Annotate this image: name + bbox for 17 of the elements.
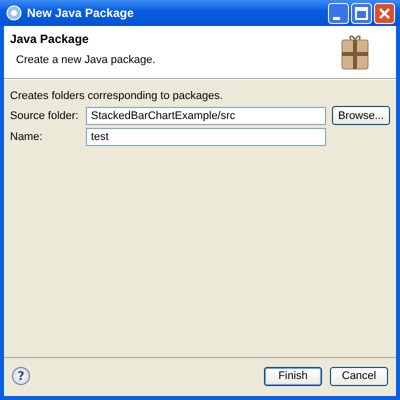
help-button[interactable]: ? [12,367,30,385]
dialog-button[interactable]: Cancel [330,366,388,386]
field-label: Source folder: [10,110,80,122]
field-label: Name: [10,131,44,143]
app-icon [6,5,22,21]
browse-button[interactable]: Browse... [332,106,390,125]
dialog-button[interactable]: Finish [264,366,322,386]
intro-text: Creates folders corresponding to packages. [10,90,224,102]
minimize-icon[interactable] [328,2,349,24]
maximize-icon[interactable] [351,2,372,24]
window-title: New Java Package [27,6,135,20]
input-field[interactable]: test [86,128,326,146]
close-icon[interactable] [374,2,395,24]
page-description: Create a new Java package. [16,54,156,66]
input-field[interactable]: StackedBarChartExample/src [86,106,326,124]
package-icon [340,34,370,70]
page-title: Java Package [10,32,90,46]
